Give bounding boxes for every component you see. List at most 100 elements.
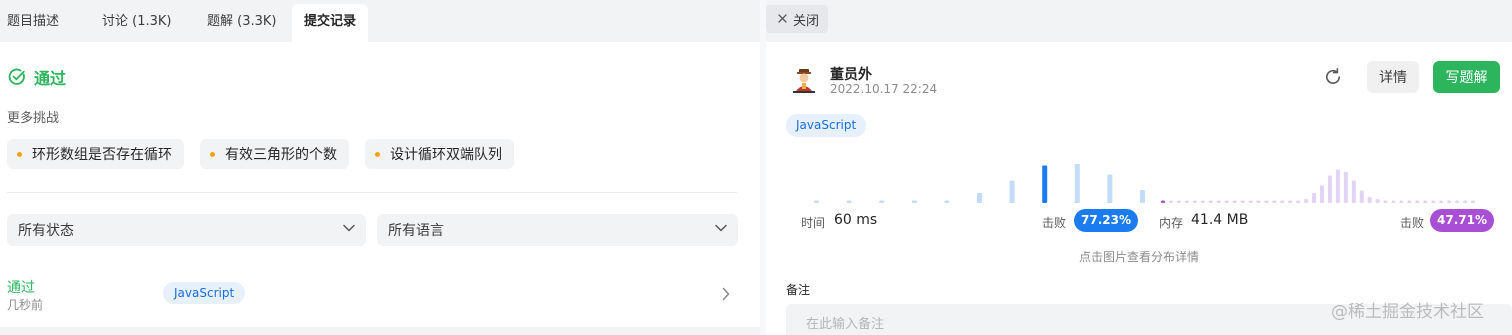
submission-time: 几秒前	[7, 298, 44, 312]
memory-distribution-bar	[1240, 200, 1245, 203]
problem-panel: 题目描述 讨论 (1.3K) 题解 (3.3K) 提交记录 通过 更多挑战 环形…	[0, 0, 760, 335]
memory-distribution-bar	[1232, 200, 1237, 203]
runtime-distribution-bar	[911, 200, 917, 203]
detail-topbar: 关闭	[766, 0, 1512, 42]
memory-distribution-bar	[1335, 169, 1340, 203]
language-tag: JavaScript	[786, 114, 867, 137]
runtime-distribution-bar	[977, 193, 982, 203]
challenge-chip-label: 有效三角形的个数	[225, 147, 337, 163]
memory-distribution-bar	[1280, 200, 1285, 203]
memory-distribution-bar	[1431, 200, 1436, 203]
memory-distribution-bar	[1184, 200, 1189, 203]
distribution-charts[interactable]	[766, 150, 1512, 206]
write-solution-button[interactable]: 写题解	[1433, 61, 1500, 93]
memory-label: 内存	[1159, 216, 1184, 230]
runtime-distribution-bar	[879, 200, 885, 203]
distribution-svg[interactable]	[766, 150, 1512, 206]
status-filter-select[interactable]: 所有状态	[7, 214, 366, 246]
distribution-hint: 点击图片查看分布详情	[1078, 250, 1199, 264]
memory-distribution-bar	[1471, 200, 1476, 203]
page: 题目描述 讨论 (1.3K) 题解 (3.3K) 提交记录 通过 更多挑战 环形…	[0, 0, 1512, 335]
chevron-down-icon	[342, 221, 356, 239]
remark-label: 备注	[786, 283, 811, 297]
memory-distribution-bar	[1208, 200, 1213, 203]
memory-distribution-bar	[1407, 200, 1412, 203]
refresh-icon[interactable]	[1322, 66, 1344, 92]
close-button[interactable]: 关闭	[766, 5, 829, 33]
memory-distribution-bar	[1256, 200, 1261, 203]
runtime-distribution-bar	[1042, 165, 1048, 203]
tab-discussion[interactable]: 讨论 (1.3K)	[102, 4, 171, 42]
runtime-distribution-bar	[1107, 174, 1113, 203]
submission-language-tag: JavaScript	[163, 282, 246, 304]
memory-distribution-bar	[1320, 185, 1324, 203]
difficulty-dot-icon	[210, 151, 215, 157]
challenge-chip[interactable]: 有效三角形的个数	[200, 139, 349, 169]
memory-distribution-bar	[1312, 193, 1317, 203]
runtime-beat-label: 击败	[1042, 216, 1067, 230]
runtime-label: 时间	[801, 216, 826, 230]
chevron-right-icon	[720, 286, 732, 306]
tab-submissions[interactable]: 提交记录	[292, 4, 369, 42]
submission-detail-panel: 关闭 董员外 2022.10.17 22:24 详情 写题解 JavaScrip…	[766, 0, 1512, 335]
memory-distribution-bar	[1304, 199, 1309, 203]
memory-distribution-bar	[1455, 200, 1460, 203]
memory-distribution-bar	[1415, 200, 1420, 203]
memory-distribution-bar	[1359, 190, 1364, 203]
memory-distribution-bar	[1200, 200, 1205, 203]
memory-distribution-bar	[1161, 200, 1165, 203]
memory-distribution-bar	[1272, 200, 1277, 203]
runtime-distribution-bar	[1074, 164, 1080, 203]
tab-solutions[interactable]: 题解 (3.3K)	[207, 4, 276, 42]
memory-distribution-bar	[1176, 200, 1181, 203]
memory-distribution-bar	[1463, 200, 1468, 203]
user-name[interactable]: 董员外	[830, 64, 872, 84]
memory-distribution-bar	[1367, 197, 1372, 203]
memory-distribution-bar	[1288, 200, 1293, 203]
memory-value: 41.4 MB	[1191, 212, 1249, 228]
chevron-down-icon	[714, 221, 728, 239]
section-divider	[7, 192, 737, 193]
memory-distribution-bar	[1343, 172, 1348, 203]
runtime-distribution-bar	[944, 200, 950, 203]
result-status: 通过	[8, 66, 66, 88]
memory-distribution-bar	[1168, 200, 1173, 203]
avatar[interactable]	[790, 66, 818, 94]
status-filter-value: 所有状态	[18, 223, 74, 239]
submission-status: 通过	[7, 280, 35, 296]
close-icon	[778, 12, 787, 27]
memory-distribution-bar	[1375, 199, 1380, 203]
language-filter-select[interactable]: 所有语言	[377, 214, 738, 246]
memory-beat-label: 击败	[1400, 216, 1425, 230]
memory-distribution-bar	[1439, 200, 1444, 203]
memory-distribution-bar	[1224, 200, 1229, 203]
memory-distribution-bar	[1383, 200, 1388, 203]
submission-date: 2022.10.17 22:24	[830, 82, 938, 96]
difficulty-dot-icon	[17, 151, 22, 157]
close-button-label: 关闭	[793, 13, 820, 29]
runtime-value: 60 ms	[834, 212, 878, 228]
runtime-distribution-bar	[814, 200, 819, 203]
memory-distribution-bar	[1248, 200, 1253, 203]
result-status-text: 通过	[34, 69, 67, 88]
memory-distribution-bar	[1399, 200, 1404, 203]
memory-distribution-bar	[1351, 180, 1356, 203]
problem-tabbar: 题目描述 讨论 (1.3K) 题解 (3.3K) 提交记录	[0, 0, 760, 42]
watermark: @稀土掘金技术社区	[1331, 302, 1484, 322]
challenge-chip[interactable]: 环形数组是否存在循环	[7, 139, 184, 169]
memory-distribution-bar	[1296, 200, 1301, 203]
memory-distribution-bar	[1264, 200, 1269, 203]
submission-row[interactable]: 通过 几秒前 JavaScript	[0, 270, 760, 320]
runtime-beat-badge: 77.23%	[1074, 209, 1138, 232]
panel-bottom-strip	[0, 327, 760, 335]
memory-beat-badge: 47.71%	[1430, 209, 1494, 232]
memory-distribution-bar	[1447, 200, 1452, 203]
challenge-chip[interactable]: 设计循环双端队列	[365, 139, 514, 169]
details-button[interactable]: 详情	[1367, 61, 1419, 93]
memory-distribution-bar	[1391, 200, 1396, 203]
language-filter-value: 所有语言	[388, 223, 444, 239]
runtime-distribution-bar	[1140, 190, 1145, 203]
memory-distribution-bar	[1423, 200, 1428, 203]
check-circle-icon	[8, 68, 26, 86]
tab-description[interactable]: 题目描述	[7, 4, 59, 42]
